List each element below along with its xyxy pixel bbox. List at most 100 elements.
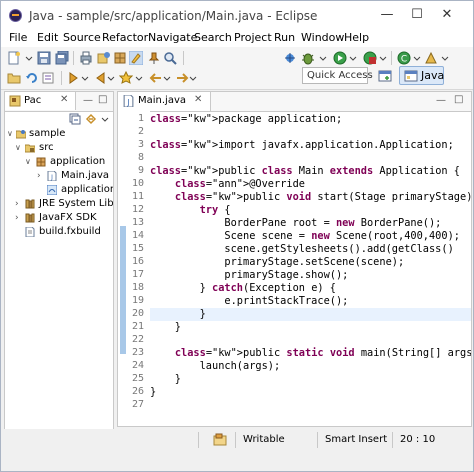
next-annotation-icon[interactable]: [67, 71, 81, 85]
quick-access-input[interactable]: Quick Access: [302, 67, 373, 84]
tree-item-main-java[interactable]: › J Main.java: [5, 169, 113, 183]
annotation-icon[interactable]: [41, 71, 55, 85]
search-icon[interactable]: [163, 51, 177, 65]
code-line[interactable]: try {: [150, 204, 231, 216]
code-line[interactable]: class="kw">package application;: [150, 113, 342, 125]
view-menu-icon[interactable]: [101, 114, 109, 124]
editor-tab-main-java[interactable]: J Main.java ✕: [118, 92, 211, 111]
code-line[interactable]: class="kw">public class Main extends App…: [150, 165, 460, 177]
close-button[interactable]: ✕: [435, 5, 459, 25]
toggle-mark-icon[interactable]: [129, 51, 143, 65]
close-icon[interactable]: ✕: [194, 94, 202, 105]
editor-gutter[interactable]: 1 2 3 8 9 10 11 12 13 14 15 16 17 18 19 20 21 22 23 24 25 26 2…: [118, 111, 150, 426]
chevron-down-icon[interactable]: [441, 51, 449, 65]
link-with-editor-icon[interactable]: [85, 113, 97, 125]
maximize-view-icon[interactable]: □: [98, 94, 107, 105]
minimize-button[interactable]: —: [375, 5, 399, 25]
tree-item-javafx-sdk[interactable]: › JavaFX SDK: [5, 211, 113, 225]
collapsed-twisty-icon[interactable]: ›: [15, 211, 23, 225]
tree-item-src[interactable]: ∨ src: [5, 141, 113, 155]
code-line[interactable]: launch(args);: [150, 360, 281, 372]
skip-breakpoints-icon[interactable]: [283, 51, 297, 65]
collapse-all-icon[interactable]: [69, 113, 81, 125]
editor-mode-status: Writable: [243, 434, 285, 445]
open-folder-icon[interactable]: [7, 71, 21, 85]
menu-window[interactable]: Window: [301, 31, 344, 44]
code-line[interactable]: e.printStackTrace();: [150, 295, 348, 307]
perspective-java-button[interactable]: Java: [399, 66, 444, 85]
menu-run[interactable]: Run: [274, 31, 295, 44]
code-line[interactable]: }: [150, 321, 181, 333]
maximize-button[interactable]: ☐: [405, 5, 429, 25]
code-line[interactable]: Scene scene = new Scene(root,400,400);: [150, 230, 460, 242]
menu-help[interactable]: Help: [344, 31, 369, 44]
save-icon[interactable]: [37, 51, 51, 65]
last-edit-location-icon[interactable]: [119, 71, 133, 85]
debug-icon[interactable]: [301, 51, 315, 65]
code-line[interactable]: class="kw">import javafx.application.App…: [150, 139, 454, 151]
refresh-icon[interactable]: [25, 71, 39, 85]
chevron-down-icon[interactable]: [135, 71, 143, 85]
chevron-down-icon[interactable]: [349, 51, 357, 65]
menu-search[interactable]: Search: [194, 31, 232, 44]
chevron-down-icon[interactable]: [81, 71, 89, 85]
new-icon[interactable]: [7, 51, 21, 65]
new-java-project-icon[interactable]: [97, 51, 111, 65]
chevron-down-icon[interactable]: [379, 51, 387, 65]
minimize-view-icon[interactable]: —: [436, 95, 446, 106]
expanded-twisty-icon[interactable]: ∨: [7, 127, 15, 141]
menu-refactor[interactable]: Refactor: [102, 31, 148, 44]
chevron-down-icon[interactable]: [189, 71, 197, 85]
code-line[interactable]: } catch(Exception e) {: [150, 282, 336, 294]
open-type-icon[interactable]: [425, 51, 439, 65]
tree-item-application-package[interactable]: ∨ application: [5, 155, 113, 169]
chevron-down-icon[interactable]: [413, 51, 421, 65]
close-icon[interactable]: ✕: [60, 94, 68, 105]
code-area[interactable]: class="kw">package application; class="kw…: [150, 111, 471, 426]
maximize-view-icon[interactable]: □: [454, 94, 463, 105]
code-line[interactable]: }: [150, 308, 206, 320]
run-icon[interactable]: [333, 51, 347, 65]
menu-file[interactable]: File: [9, 31, 27, 44]
code-line[interactable]: class="ann">@Override: [150, 178, 305, 190]
new-java-class-icon[interactable]: C: [397, 51, 411, 65]
chevron-down-icon[interactable]: [319, 51, 327, 65]
code-line[interactable]: primaryStage.show();: [150, 269, 348, 281]
collapsed-twisty-icon[interactable]: ›: [15, 197, 23, 211]
run-external-tools-icon[interactable]: [363, 51, 377, 65]
collapsed-twisty-icon[interactable]: ›: [37, 169, 45, 183]
tree-item-application-css[interactable]: application: [5, 183, 113, 197]
print-icon[interactable]: [79, 51, 93, 65]
code-line[interactable]: }: [150, 386, 156, 398]
chevron-down-icon[interactable]: [163, 71, 171, 85]
insert-mode-status[interactable]: Smart Insert: [325, 432, 387, 448]
menu-navigate[interactable]: Navigate: [148, 31, 197, 44]
code-line[interactable]: scene.getStylesheets().add(getClass(): [150, 243, 453, 255]
tree-item-build-fxbuild[interactable]: build.fxbuild: [5, 225, 113, 239]
code-line[interactable]: }: [150, 373, 181, 385]
expanded-twisty-icon[interactable]: ∨: [15, 141, 23, 155]
open-perspective-icon[interactable]: [378, 69, 392, 83]
save-all-icon[interactable]: [55, 51, 69, 65]
code-line[interactable]: BorderPane root = new BorderPane();: [150, 217, 441, 229]
expanded-twisty-icon[interactable]: ∨: [25, 155, 33, 169]
menu-project[interactable]: Project: [234, 31, 272, 44]
content-assist-icon[interactable]: [213, 433, 227, 447]
menu-source[interactable]: Source: [63, 31, 101, 44]
new-package-icon[interactable]: [113, 51, 127, 65]
chevron-down-icon[interactable]: [25, 51, 33, 65]
minimize-view-icon[interactable]: —: [83, 95, 93, 106]
code-line[interactable]: class="kw">public void start(Stage prima…: [150, 191, 471, 203]
code-line[interactable]: class="kw">public static void main(Strin…: [150, 347, 471, 359]
tree-item-sample[interactable]: ∨ sample: [5, 127, 113, 141]
title-bar: Java - sample/src/application/Main.java …: [1, 1, 473, 29]
chevron-down-icon[interactable]: [107, 71, 115, 85]
package-explorer-tab[interactable]: Pac ✕: [5, 92, 76, 110]
back-arrow-icon[interactable]: [149, 71, 163, 85]
tree-item-jre-system-library[interactable]: › JRE System Library: [5, 197, 113, 211]
forward-arrow-icon[interactable]: [175, 71, 189, 85]
menu-edit[interactable]: Edit: [37, 31, 58, 44]
previous-annotation-icon[interactable]: [93, 71, 107, 85]
code-line[interactable]: primaryStage.setScene(scene);: [150, 256, 404, 268]
pin-icon[interactable]: [147, 51, 161, 65]
